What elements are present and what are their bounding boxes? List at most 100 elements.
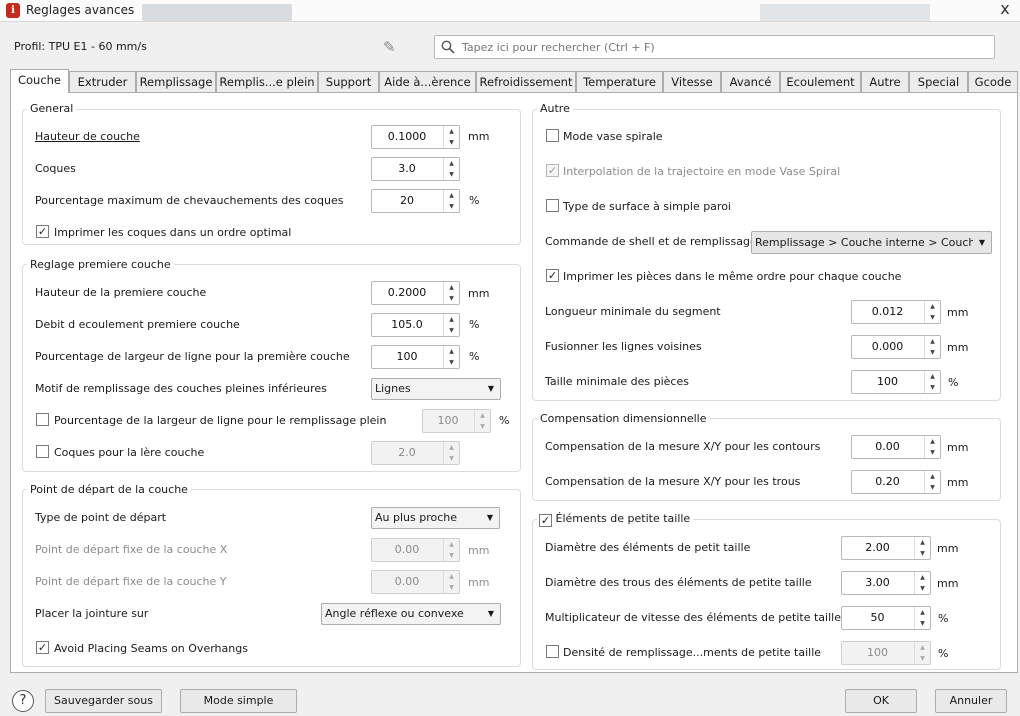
layer-height-label[interactable]: Hauteur de couche xyxy=(35,130,140,143)
first-shells-stepper: ▲ ▼ xyxy=(443,442,459,464)
small-density-unit: % xyxy=(938,647,949,660)
close-window-button[interactable]: x xyxy=(992,0,1018,20)
solid-width-label: Pourcentage de la largeur de ligne pour … xyxy=(54,414,387,427)
tab-couche[interactable]: Couche xyxy=(10,69,69,93)
ok-button[interactable]: OK xyxy=(845,689,917,713)
first-shells-field: 2.0 ▲ ▼ xyxy=(371,441,460,465)
merge-lines-field[interactable]: 0.000 ▲ ▼ xyxy=(851,335,941,359)
tab-remplissage[interactable]: Remplissage xyxy=(136,71,216,92)
min-segment-field[interactable]: 0.012 ▲ ▼ xyxy=(851,300,941,324)
shells-field[interactable]: 3.0 ▲ ▼ xyxy=(371,157,460,181)
min-part-stepper[interactable]: ▲ ▼ xyxy=(924,371,940,393)
tab-refroidissement[interactable]: Refroidissement xyxy=(476,71,576,92)
overlap-field[interactable]: 20 ▲ ▼ xyxy=(371,189,460,213)
small-hole-diameter-unit: mm xyxy=(937,577,959,590)
xy-contours-label: Compensation de la mesure X/Y pour les c… xyxy=(545,440,821,453)
pencil-icon[interactable]: ✎ xyxy=(383,38,401,56)
min-part-field[interactable]: 100 ▲ ▼ xyxy=(851,370,941,394)
tab-special[interactable]: Special xyxy=(909,71,968,92)
first-layer-flow-stepper[interactable]: ▲ ▼ xyxy=(443,314,459,336)
seam-select[interactable]: Angle réflexe ou convexe ▼ xyxy=(321,603,501,625)
tab-gcode[interactable]: Gcode xyxy=(968,71,1018,92)
fixed-y-value: 0.00 xyxy=(394,575,420,588)
start-type-select[interactable]: Au plus proche ▼ xyxy=(371,507,500,529)
xy-holes-stepper[interactable]: ▲ ▼ xyxy=(924,471,940,493)
other-group-title: Autre xyxy=(537,102,573,115)
small-elements-header: ✓ Éléments de petite taille xyxy=(537,512,694,527)
shells-stepper[interactable]: ▲ ▼ xyxy=(443,158,459,180)
same-order-checkbox[interactable]: ✓ xyxy=(546,269,559,282)
avoid-overhangs-checkbox[interactable]: ✓ xyxy=(36,641,49,654)
first-layer-line-width-stepper[interactable]: ▲ ▼ xyxy=(443,346,459,368)
small-elements-checkbox[interactable]: ✓ xyxy=(539,514,552,527)
shell-order-value: Remplissage > Couche interne > Couche ex… xyxy=(755,236,973,249)
first-layer-flow-field[interactable]: 105.0 ▲ ▼ xyxy=(371,313,460,337)
tab-vitesse[interactable]: Vitesse xyxy=(663,71,721,92)
small-speed-stepper[interactable]: ▲ ▼ xyxy=(914,607,930,629)
fixed-y-field: 0.00 ▲ ▼ xyxy=(371,570,460,594)
fill-pattern-select[interactable]: Lignes ▼ xyxy=(371,378,501,400)
help-button[interactable]: ? xyxy=(12,690,34,712)
small-density-checkbox[interactable] xyxy=(546,645,559,658)
small-diameter-field[interactable]: 2.00 ▲ ▼ xyxy=(841,536,931,560)
first-layer-height-field[interactable]: 0.2000 ▲ ▼ xyxy=(371,281,460,305)
spiral-vase-checkbox[interactable] xyxy=(546,129,559,142)
optimal-order-label: Imprimer les coques dans un ordre optima… xyxy=(54,226,292,239)
tab-temperature[interactable]: Temperature xyxy=(576,71,663,92)
first-layer-flow-value: 105.0 xyxy=(391,318,423,331)
save-as-button[interactable]: Sauvegarder sous xyxy=(45,689,162,713)
small-elements-title: Éléments de petite taille xyxy=(555,512,691,525)
spiral-interp-checkbox: ✓ xyxy=(546,164,559,177)
min-part-value: 100 xyxy=(877,375,898,388)
cancel-button[interactable]: Annuler xyxy=(935,689,1007,713)
shell-order-select[interactable]: Remplissage > Couche interne > Couche ex… xyxy=(751,231,992,254)
first-layer-line-width-label: Pourcentage de largeur de ligne pour la … xyxy=(35,350,350,363)
min-segment-value: 0.012 xyxy=(871,305,904,318)
merge-lines-label: Fusionner les lignes voisines xyxy=(545,340,702,353)
small-hole-diameter-field[interactable]: 3.00 ▲ ▼ xyxy=(841,571,931,595)
xy-holes-value: 0.20 xyxy=(875,475,900,488)
small-diameter-value: 2.00 xyxy=(865,541,890,554)
window-title: Reglages avances xyxy=(26,3,135,17)
tab-support[interactable]: Support xyxy=(318,71,379,92)
optimal-order-checkbox[interactable]: ✓ xyxy=(36,225,49,238)
xy-contours-stepper[interactable]: ▲ ▼ xyxy=(924,436,940,458)
small-hole-diameter-value: 3.00 xyxy=(865,576,890,589)
start-type-label: Type de point de départ xyxy=(35,511,167,524)
min-segment-stepper[interactable]: ▲ ▼ xyxy=(924,301,940,323)
tab-aide-adherence[interactable]: Aide à...èrence xyxy=(379,71,476,92)
small-density-label: Densité de remplissage...ments de petite… xyxy=(563,646,822,659)
fixed-x-value: 0.00 xyxy=(394,543,420,556)
solid-width-unit: % xyxy=(499,414,510,427)
merge-lines-stepper[interactable]: ▲ ▼ xyxy=(924,336,940,358)
tab-autre[interactable]: Autre xyxy=(861,71,909,92)
overlap-stepper[interactable]: ▲ ▼ xyxy=(443,190,459,212)
chevron-down-icon: ▼ xyxy=(487,609,495,618)
solid-width-stepper: ▲ ▼ xyxy=(474,410,490,432)
small-diameter-stepper[interactable]: ▲ ▼ xyxy=(914,537,930,559)
first-layer-height-stepper[interactable]: ▲ ▼ xyxy=(443,282,459,304)
profile-label: Profil: TPU E1 - 60 mm/s xyxy=(14,40,147,53)
tab-avance[interactable]: Avancé xyxy=(721,71,780,92)
xy-holes-field[interactable]: 0.20 ▲ ▼ xyxy=(851,470,941,494)
spiral-interp-label: Interpolation de la trajectoire en mode … xyxy=(563,165,841,178)
spiral-vase-label: Mode vase spirale xyxy=(563,130,663,143)
start-point-group-title: Point de départ de la couche xyxy=(27,483,191,496)
xy-contours-field[interactable]: 0.00 ▲ ▼ xyxy=(851,435,941,459)
first-layer-line-width-field[interactable]: 100 ▲ ▼ xyxy=(371,345,460,369)
general-group-title: General xyxy=(27,102,77,115)
small-speed-field[interactable]: 50 ▲ ▼ xyxy=(841,606,931,630)
simple-mode-button[interactable]: Mode simple xyxy=(180,689,297,713)
solid-width-checkbox[interactable] xyxy=(36,413,49,426)
avoid-overhangs-label: Avoid Placing Seams on Overhangs xyxy=(54,642,248,655)
xy-holes-unit: mm xyxy=(947,476,969,489)
background-window-tab xyxy=(142,4,292,21)
small-hole-diameter-stepper[interactable]: ▲ ▼ xyxy=(914,572,930,594)
tab-ecoulement[interactable]: Ecoulement xyxy=(780,71,861,92)
first-shells-checkbox[interactable] xyxy=(36,445,49,458)
tab-extruder[interactable]: Extruder xyxy=(69,71,136,92)
layer-height-field[interactable]: 0.1000 ▲ ▼ xyxy=(371,125,460,149)
tab-remplissage-plein[interactable]: Remplis...e plein xyxy=(216,71,318,92)
layer-height-stepper[interactable]: ▲ ▼ xyxy=(443,126,459,148)
single-wall-checkbox[interactable] xyxy=(546,199,559,212)
